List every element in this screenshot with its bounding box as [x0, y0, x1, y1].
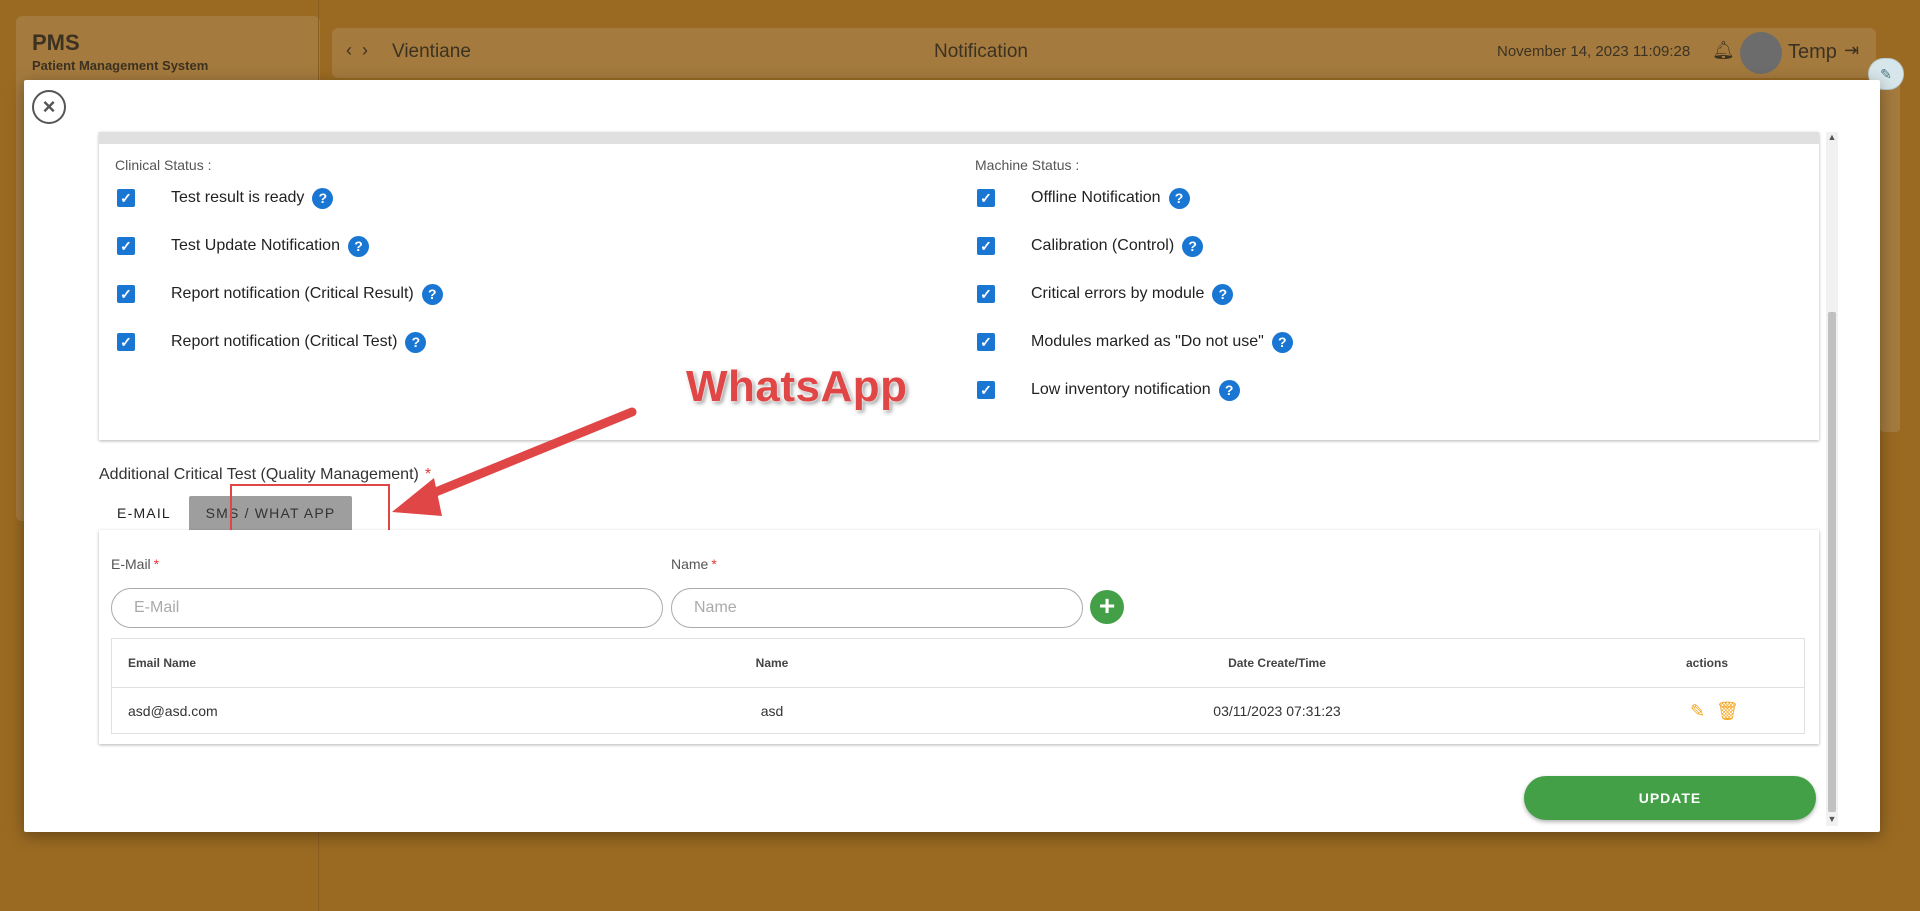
help-icon[interactable]: ? [1218, 379, 1240, 401]
top-header: ‹ › Vientiane Notification November 14, … [332, 28, 1876, 78]
delete-icon[interactable]: 🗑︎ [1716, 701, 1739, 722]
help-icon[interactable]: ? [421, 283, 443, 305]
table-header-email: Email Name [128, 656, 197, 670]
help-icon[interactable]: ? [347, 235, 369, 257]
clinical-item-test-update[interactable]: ✓ Test Update Notification ? [117, 234, 369, 258]
help-icon[interactable]: ? [1168, 187, 1190, 209]
table-header-name: Name [755, 656, 789, 670]
annotation-label: WhatsApp [686, 362, 908, 411]
checkbox[interactable]: ✓ [977, 237, 995, 255]
email-input[interactable] [111, 588, 663, 628]
help-icon[interactable]: ? [1212, 283, 1234, 305]
logout-icon[interactable]: ⇥ [1844, 40, 1859, 61]
card-topbar [99, 132, 1819, 144]
notification-settings-modal: × ▲ ▼ Clinical Status : Machine Status :… [24, 80, 1880, 832]
user-name[interactable]: Temp [1788, 41, 1837, 64]
scrollbar[interactable] [1826, 132, 1838, 826]
checkbox[interactable]: ✓ [977, 333, 995, 351]
check-label: Low inventory notification [1031, 381, 1211, 398]
clinical-item-test-result[interactable]: ✓ Test result is ready ? [117, 186, 334, 210]
checkbox[interactable]: ✓ [117, 189, 135, 207]
clinical-item-critical-test[interactable]: ✓ Report notification (Critical Test) ? [117, 330, 427, 354]
app-subtitle: Patient Management System [32, 58, 209, 73]
table-cell-email: asd@asd.com [128, 703, 218, 719]
required-mark: * [153, 556, 160, 572]
checkbox[interactable]: ✓ [117, 285, 135, 303]
check-label: Test Update Notification [171, 237, 340, 254]
nav-arrows[interactable]: ‹ › [346, 40, 368, 61]
checkbox[interactable]: ✓ [977, 381, 995, 399]
machine-item-offline[interactable]: ✓ Offline Notification ? [977, 186, 1190, 210]
scrollbar-thumb[interactable] [1828, 312, 1836, 812]
help-icon[interactable]: ? [312, 187, 334, 209]
critical-test-title: Additional Critical Test (Quality Manage… [99, 466, 431, 484]
machine-item-critical-errors[interactable]: ✓ Critical errors by module ? [977, 282, 1234, 306]
check-label: Report notification (Critical Test) [171, 333, 398, 350]
check-label: Offline Notification [1031, 189, 1161, 206]
check-label: Calibration (Control) [1031, 237, 1175, 254]
checkbox[interactable]: ✓ [977, 285, 995, 303]
row-divider [112, 687, 1804, 688]
help-icon[interactable]: ? [1271, 331, 1293, 353]
check-label: Report notification (Critical Result) [171, 285, 414, 302]
update-button[interactable]: UPDATE [1524, 776, 1816, 820]
email-label-text: E-Mail [111, 556, 151, 572]
checkbox[interactable]: ✓ [117, 333, 135, 351]
email-label: E-Mail * [111, 556, 159, 572]
name-label-text: Name [671, 556, 709, 572]
machine-status-label: Machine Status : [975, 157, 1080, 173]
machine-item-do-not-use[interactable]: ✓ Modules marked as "Do not use" ? [977, 330, 1293, 354]
chevron-left-icon[interactable]: ‹ [346, 40, 352, 60]
scroll-down-arrow-icon[interactable]: ▼ [1826, 814, 1838, 826]
help-icon[interactable]: ? [1182, 235, 1204, 257]
table-header-date: Date Create/Time [1228, 656, 1326, 670]
check-label: Modules marked as "Do not use" [1031, 333, 1264, 350]
machine-item-calibration[interactable]: ✓ Calibration (Control) ? [977, 234, 1204, 258]
chevron-right-icon[interactable]: › [362, 40, 368, 60]
add-recipient-button[interactable]: + [1090, 590, 1124, 624]
avatar[interactable] [1740, 32, 1782, 74]
table-header-actions: actions [1685, 656, 1728, 670]
app-title: PMS [32, 30, 80, 55]
name-input[interactable] [671, 588, 1083, 628]
clinical-item-critical-result[interactable]: ✓ Report notification (Critical Result) … [117, 282, 443, 306]
recipients-table: Email Name Name Date Create/Time actions… [111, 638, 1805, 734]
help-icon[interactable]: ? [405, 331, 427, 353]
table-cell-name: asd [760, 703, 784, 719]
scroll-up-arrow-icon[interactable]: ▲ [1826, 132, 1838, 144]
clinical-status-label: Clinical Status : [115, 157, 212, 173]
table-cell-date: 03/11/2023 07:31:23 [1213, 703, 1341, 719]
current-datetime: November 14, 2023 11:09:28 [1497, 43, 1691, 60]
checkbox[interactable]: ✓ [117, 237, 135, 255]
bell-icon[interactable]: 🔔︎ [1712, 40, 1735, 61]
background-panel [1880, 80, 1900, 432]
close-icon[interactable]: × [32, 90, 66, 124]
tab-email[interactable]: E-MAIL [99, 496, 189, 530]
check-label: Test result is ready [171, 189, 305, 206]
checkbox[interactable]: ✓ [977, 189, 995, 207]
check-label: Critical errors by module [1031, 285, 1205, 302]
edit-icon[interactable]: ✎ [1690, 701, 1705, 722]
required-mark: * [424, 466, 432, 483]
location-name: Vientiane [392, 41, 471, 62]
required-mark: * [711, 556, 717, 572]
name-label: Name * [671, 556, 717, 572]
page-title: Notification [934, 41, 1028, 62]
critical-test-title-text: Additional Critical Test (Quality Manage… [99, 466, 419, 483]
status-card: Clinical Status : Machine Status : ✓ Tes… [99, 132, 1819, 440]
machine-item-low-inventory[interactable]: ✓ Low inventory notification ? [977, 378, 1240, 402]
